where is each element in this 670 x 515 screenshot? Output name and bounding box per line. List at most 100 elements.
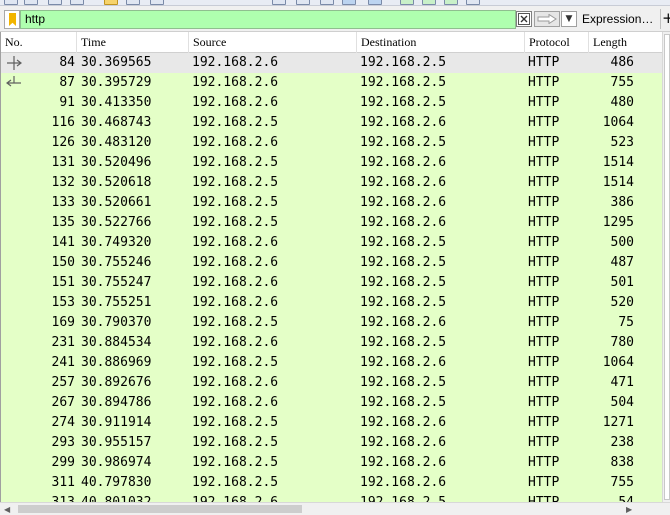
cell-proto: HTTP: [528, 395, 560, 410]
packet-list-header: No. Time Source Destination Protocol Len…: [1, 32, 662, 53]
cell-proto: HTTP: [528, 275, 560, 290]
display-filters-icon[interactable]: [466, 0, 480, 5]
reload-icon[interactable]: [70, 0, 84, 5]
packet-row[interactable]: 153 30.755251 192.168.2.6 192.168.2.5 HTTP 52…: [1, 293, 662, 313]
column-header-destination[interactable]: Destination: [357, 32, 525, 53]
packet-row[interactable]: 133 30.520661 192.168.2.5 192.168.2.6 HTTP 38…: [1, 193, 662, 213]
auto-scroll-icon[interactable]: [296, 0, 310, 5]
vertical-scroll-thumb[interactable]: [664, 34, 670, 500]
cell-no: 231: [51, 335, 75, 350]
bookmark-icon[interactable]: [4, 10, 20, 29]
cell-proto: HTTP: [528, 235, 560, 250]
packet-row[interactable]: 135 30.522766 192.168.2.5 192.168.2.6 HTTP 12…: [1, 213, 662, 233]
zoom-out-icon[interactable]: [342, 0, 356, 5]
cell-src: 192.168.2.5: [192, 475, 279, 490]
packet-row[interactable]: 87 30.395729 192.168.2.6 192.168.2.5 HTTP 755: [1, 73, 662, 93]
cell-dst: 192.168.2.5: [360, 395, 447, 410]
find-packet-icon[interactable]: [104, 0, 118, 5]
cell-no: 126: [51, 135, 75, 150]
cell-src: 192.168.2.5: [192, 215, 279, 230]
cell-src: 192.168.2.6: [192, 95, 279, 110]
resize-columns-icon[interactable]: [400, 0, 414, 5]
scroll-left-icon[interactable]: ◀: [4, 505, 10, 514]
cell-no: 311: [51, 475, 75, 490]
go-back-icon[interactable]: [126, 0, 140, 5]
cell-src: 192.168.2.6: [192, 235, 279, 250]
cell-proto: HTTP: [528, 455, 560, 470]
cell-no: 313: [1, 493, 75, 502]
packet-row[interactable]: 293 30.955157 192.168.2.5 192.168.2.6 HTTP 23…: [1, 433, 662, 453]
go-forward-icon[interactable]: [150, 0, 164, 5]
cell-src: 192.168.2.6: [192, 275, 279, 290]
cell-dst: 192.168.2.6: [360, 415, 447, 430]
cell-time: 30.884534: [81, 335, 152, 350]
cell-len: 780: [610, 335, 634, 350]
packet-row[interactable]: 131 30.520496 192.168.2.5 192.168.2.6 HTTP 15…: [1, 153, 662, 173]
cell-time: 30.911914: [81, 415, 152, 430]
zoom-in-icon[interactable]: [320, 0, 334, 5]
packet-row[interactable]: 151 30.755247 192.168.2.6 192.168.2.5 HTTP 50…: [1, 273, 662, 293]
column-header-source[interactable]: Source: [189, 32, 357, 53]
coloring-rules-icon[interactable]: [422, 0, 436, 5]
column-header-time[interactable]: Time: [77, 32, 189, 53]
colorize-icon[interactable]: [272, 0, 286, 5]
packet-row[interactable]: 84 30.369565 192.168.2.6 192.168.2.5 HTTP 486: [1, 53, 662, 73]
cell-len: 504: [610, 395, 634, 410]
packet-row[interactable]: 267 30.894786 192.168.2.6 192.168.2.5 HTTP 50…: [1, 393, 662, 413]
packet-row[interactable]: 241 30.886969 192.168.2.5 192.168.2.6 HTTP 10…: [1, 353, 662, 373]
normal-size-icon[interactable]: [368, 0, 382, 5]
packet-row[interactable]: 313 40.801032 192.168.2.6 192.168.2.5 HTTP 54: [1, 493, 662, 502]
column-header-no[interactable]: No.: [1, 32, 77, 53]
main-toolbar: [0, 0, 670, 6]
close-file-icon[interactable]: [48, 0, 62, 5]
save-file-icon[interactable]: [24, 0, 38, 5]
packet-row[interactable]: 274 30.911914 192.168.2.5 192.168.2.6 HTTP 12…: [1, 413, 662, 433]
open-file-icon[interactable]: [4, 0, 18, 5]
column-header-length[interactable]: Length: [589, 32, 662, 53]
add-filter-button[interactable]: +: [662, 9, 670, 27]
cell-len: 523: [610, 135, 634, 150]
vertical-scrollbar[interactable]: [662, 32, 670, 502]
cell-no: 151: [51, 275, 75, 290]
cell-no: 91: [59, 95, 75, 110]
column-header-protocol[interactable]: Protocol: [525, 32, 589, 53]
cell-time: 30.755246: [81, 255, 152, 270]
packet-row[interactable]: 141 30.749320 192.168.2.6 192.168.2.5 HTTP 50…: [1, 233, 662, 253]
cell-src: 192.168.2.6: [192, 375, 279, 390]
packet-row[interactable]: 257 30.892676 192.168.2.6 192.168.2.5 HTTP 47…: [1, 373, 662, 393]
horizontal-scrollbar[interactable]: ◀ ▶: [0, 502, 670, 515]
expression-button[interactable]: Expression…: [582, 12, 653, 26]
cell-time: 30.369565: [81, 55, 152, 70]
cell-dst: 192.168.2.6: [360, 215, 447, 230]
display-filter-input[interactable]: http: [20, 10, 516, 29]
cell-dst: 192.168.2.5: [360, 95, 447, 110]
cell-src: 192.168.2.5: [192, 115, 279, 130]
capture-filters-icon[interactable]: [444, 0, 458, 5]
packet-row[interactable]: 169 30.790370 192.168.2.5 192.168.2.6 HTTP 75: [1, 313, 662, 333]
cell-time: 30.886969: [81, 355, 152, 370]
cell-len: 480: [610, 95, 634, 110]
cell-len: 486: [610, 55, 634, 70]
packet-row[interactable]: 150 30.755246 192.168.2.6 192.168.2.5 HTTP 48…: [1, 253, 662, 273]
horizontal-scroll-thumb[interactable]: [18, 505, 302, 513]
packet-row[interactable]: 311 40.797830 192.168.2.5 192.168.2.6 HTTP 75…: [1, 473, 662, 493]
cell-no: 241: [51, 355, 75, 370]
cell-src: 192.168.2.6: [192, 335, 279, 350]
apply-filter-button[interactable]: [534, 11, 560, 27]
cell-src: 192.168.2.6: [192, 255, 279, 270]
filter-history-dropdown[interactable]: ▼: [561, 11, 577, 27]
cell-proto: HTTP: [528, 75, 560, 90]
cell-len: 1064: [602, 355, 634, 370]
packet-row[interactable]: 126 30.483120 192.168.2.6 192.168.2.5 HTTP 52…: [1, 133, 662, 153]
packet-row[interactable]: 299 30.986974 192.168.2.5 192.168.2.6 HTTP 83…: [1, 453, 662, 473]
packet-row[interactable]: 132 30.520618 192.168.2.5 192.168.2.6 HTTP 15…: [1, 173, 662, 193]
packet-list[interactable]: No. Time Source Destination Protocol Len…: [0, 32, 662, 502]
packet-row[interactable]: 231 30.884534 192.168.2.6 192.168.2.5 HTTP 78…: [1, 333, 662, 353]
packet-row[interactable]: 91 30.413350 192.168.2.6 192.168.2.5 HTTP 480: [1, 93, 662, 113]
scroll-right-icon[interactable]: ▶: [626, 505, 632, 514]
cell-proto: HTTP: [528, 135, 560, 150]
clear-filter-button[interactable]: [516, 11, 532, 27]
cell-src: 192.168.2.6: [192, 135, 279, 150]
cell-no: 116: [51, 115, 75, 130]
packet-row[interactable]: 116 30.468743 192.168.2.5 192.168.2.6 HTTP 10…: [1, 113, 662, 133]
